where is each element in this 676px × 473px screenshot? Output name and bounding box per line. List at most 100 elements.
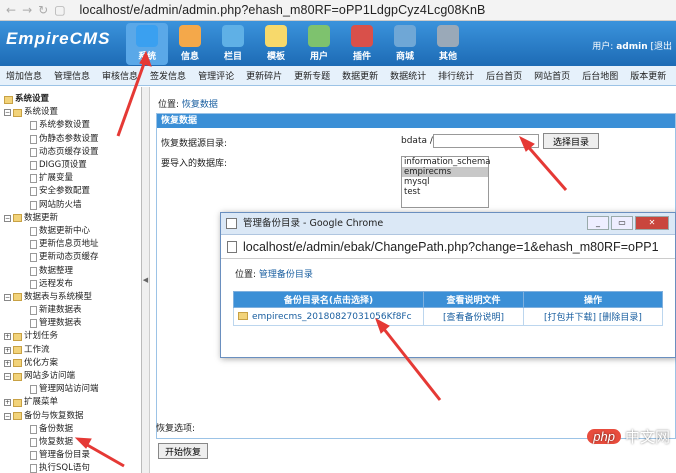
dir-name-cell[interactable]: empirecms_20180827031056Kf8Fc bbox=[233, 307, 424, 326]
collapse-icon[interactable]: − bbox=[4, 412, 11, 420]
sidebar-item[interactable]: − 系统设置 bbox=[2, 106, 141, 119]
nav-label: 商城 bbox=[395, 52, 414, 62]
sidebar-item[interactable]: 更新动态页缓存 bbox=[2, 251, 141, 264]
sidebar-item[interactable]: 管理备份目录 bbox=[2, 449, 141, 462]
sidebar-item[interactable]: 远程发布 bbox=[2, 278, 141, 291]
close-icon[interactable]: ✕ bbox=[635, 216, 669, 230]
maximize-icon[interactable]: ▭ bbox=[611, 216, 633, 230]
sidebar-item[interactable]: + 扩展菜单 bbox=[2, 396, 141, 409]
sidebar-item[interactable]: 伪静态参数设置 bbox=[2, 133, 141, 146]
minimize-icon[interactable]: _ bbox=[587, 216, 609, 230]
sidebar-item[interactable]: 网站防火墙 bbox=[2, 199, 141, 212]
db-option[interactable]: information_schema bbox=[402, 157, 491, 167]
file-icon bbox=[30, 279, 37, 289]
expand-icon[interactable]: + bbox=[4, 399, 11, 407]
col-dir-name: 备份目录名(点击选择) bbox=[233, 291, 424, 308]
sidebar-item[interactable]: − 备份与恢复数据 bbox=[2, 410, 141, 423]
forward-icon[interactable]: → bbox=[22, 3, 32, 17]
collapse-icon[interactable]: − bbox=[4, 214, 11, 222]
user-icon bbox=[308, 25, 330, 47]
url-field[interactable]: localhost/e/admin/admin.php?ehash_m80RF=… bbox=[80, 3, 486, 17]
nav-shop[interactable]: 商城 bbox=[384, 23, 426, 65]
menu-item[interactable]: 网站首页 bbox=[528, 69, 576, 82]
menu-item[interactable]: 版本更新 bbox=[624, 69, 672, 82]
sidebar-item[interactable]: 系统设置 bbox=[2, 93, 141, 106]
sidebar-item-label: 网站多访问端 bbox=[24, 371, 76, 382]
sidebar-item[interactable]: 系统参数设置 bbox=[2, 119, 141, 132]
ops-links[interactable]: [打包并下载] [删除目录] bbox=[523, 307, 663, 326]
menu-item[interactable]: 管理评论 bbox=[192, 69, 240, 82]
menu-item[interactable]: 管理信息 bbox=[48, 69, 96, 82]
sidebar-item[interactable]: 数据更新中心 bbox=[2, 225, 141, 238]
collapse-icon[interactable]: − bbox=[4, 293, 11, 301]
sidebar-item[interactable]: DIGG顶设置 bbox=[2, 159, 141, 172]
menu-item[interactable]: 数据更新 bbox=[336, 69, 384, 82]
folder-icon bbox=[13, 293, 22, 302]
menu-item[interactable]: 更新专题 bbox=[288, 69, 336, 82]
menu-item[interactable]: 后台首页 bbox=[480, 69, 528, 82]
popup-url[interactable]: localhost/e/admin/ebak/ChangePath.php?ch… bbox=[243, 240, 659, 254]
sidebar-item[interactable]: 管理数据表 bbox=[2, 317, 141, 330]
menu-item[interactable]: 更新碎片 bbox=[240, 69, 288, 82]
sidebar-item[interactable]: 新建数据表 bbox=[2, 304, 141, 317]
sidebar-item[interactable]: − 数据更新 bbox=[2, 212, 141, 225]
folder-icon bbox=[13, 359, 22, 368]
readme-link[interactable]: [查看备份说明] bbox=[423, 307, 524, 326]
sidebar-item[interactable]: 管理网站访问端 bbox=[2, 383, 141, 396]
source-dir-input[interactable] bbox=[433, 134, 539, 148]
nav-plugin[interactable]: 插件 bbox=[341, 23, 383, 65]
popup-title: 管理备份目录 - Google Chrome bbox=[243, 218, 384, 229]
sidebar-item[interactable]: − 数据表与系统模型 bbox=[2, 291, 141, 304]
menu-item[interactable]: 数据统计 bbox=[384, 69, 432, 82]
table-row: empirecms_20180827031056Kf8Fc [查看备份说明] [… bbox=[233, 307, 663, 326]
sidebar-item[interactable]: + 计划任务 bbox=[2, 330, 141, 343]
watermark: php 中文网 bbox=[587, 426, 670, 447]
sidebar-item[interactable]: 更新信息页地址 bbox=[2, 238, 141, 251]
menu-item[interactable]: 签发信息 bbox=[144, 69, 192, 82]
db-option[interactable]: mysql bbox=[402, 177, 488, 187]
sidebar-item[interactable]: 恢复数据 bbox=[2, 436, 141, 449]
popup-breadcrumb-link[interactable]: 管理备份目录 bbox=[259, 270, 313, 280]
expand-icon[interactable]: + bbox=[4, 333, 11, 341]
breadcrumb-link[interactable]: 恢复数据 bbox=[182, 100, 218, 110]
nav-template[interactable]: 模板 bbox=[255, 23, 297, 65]
nav-gear[interactable]: 其他 bbox=[427, 23, 469, 65]
sidebar-item[interactable]: 数据整理 bbox=[2, 264, 141, 277]
collapse-icon[interactable]: − bbox=[4, 373, 11, 381]
db-option[interactable]: empirecms bbox=[402, 167, 488, 177]
nav-settings[interactable]: 系统 bbox=[126, 23, 168, 65]
nav-user[interactable]: 用户 bbox=[298, 23, 340, 65]
sidebar-item[interactable]: + 优化方案 bbox=[2, 357, 141, 370]
back-icon[interactable]: ← bbox=[6, 3, 16, 17]
select-dir-button[interactable]: 选择目录 bbox=[543, 133, 599, 149]
sidebar-splitter[interactable]: ◀ bbox=[142, 87, 150, 473]
expand-icon[interactable]: + bbox=[4, 359, 11, 367]
sidebar-item[interactable]: + 工作流 bbox=[2, 344, 141, 357]
logout-link[interactable]: [退出 bbox=[650, 42, 672, 52]
menu-item[interactable]: 排行统计 bbox=[432, 69, 480, 82]
menu-item[interactable]: 增加信息 bbox=[0, 69, 48, 82]
sidebar-item[interactable]: 扩展变量 bbox=[2, 172, 141, 185]
menu-item[interactable]: 审核信息 bbox=[96, 69, 144, 82]
file-icon bbox=[30, 253, 37, 263]
settings-icon bbox=[136, 25, 158, 47]
db-listbox[interactable]: information_schema empirecms mysql test bbox=[401, 156, 491, 208]
nav-document[interactable]: 信息 bbox=[169, 23, 211, 65]
sidebar-item[interactable]: 安全参数配置 bbox=[2, 185, 141, 198]
sidebar-item[interactable]: 备份数据 bbox=[2, 423, 141, 436]
dir-name-link[interactable]: empirecms_20180827031056Kf8Fc bbox=[252, 312, 412, 322]
reload-icon[interactable]: ↻ bbox=[38, 3, 48, 17]
file-icon bbox=[30, 451, 37, 461]
sidebar-item[interactable]: − 网站多访问端 bbox=[2, 370, 141, 383]
sidebar-item-label: 执行SQL语句 bbox=[39, 463, 90, 473]
sidebar-item[interactable]: 执行SQL语句 bbox=[2, 462, 141, 473]
collapse-icon[interactable]: − bbox=[4, 109, 11, 117]
expand-icon[interactable]: + bbox=[4, 346, 11, 354]
start-restore-button[interactable]: 开始恢复 bbox=[158, 443, 208, 459]
sidebar-item[interactable]: 动态页缓存设置 bbox=[2, 146, 141, 159]
db-option[interactable]: test bbox=[402, 187, 488, 197]
folder-icon bbox=[13, 346, 22, 355]
nav-folder[interactable]: 栏目 bbox=[212, 23, 254, 65]
menu-item[interactable]: 后台地图 bbox=[576, 69, 624, 82]
col-ops: 操作 bbox=[523, 291, 663, 308]
